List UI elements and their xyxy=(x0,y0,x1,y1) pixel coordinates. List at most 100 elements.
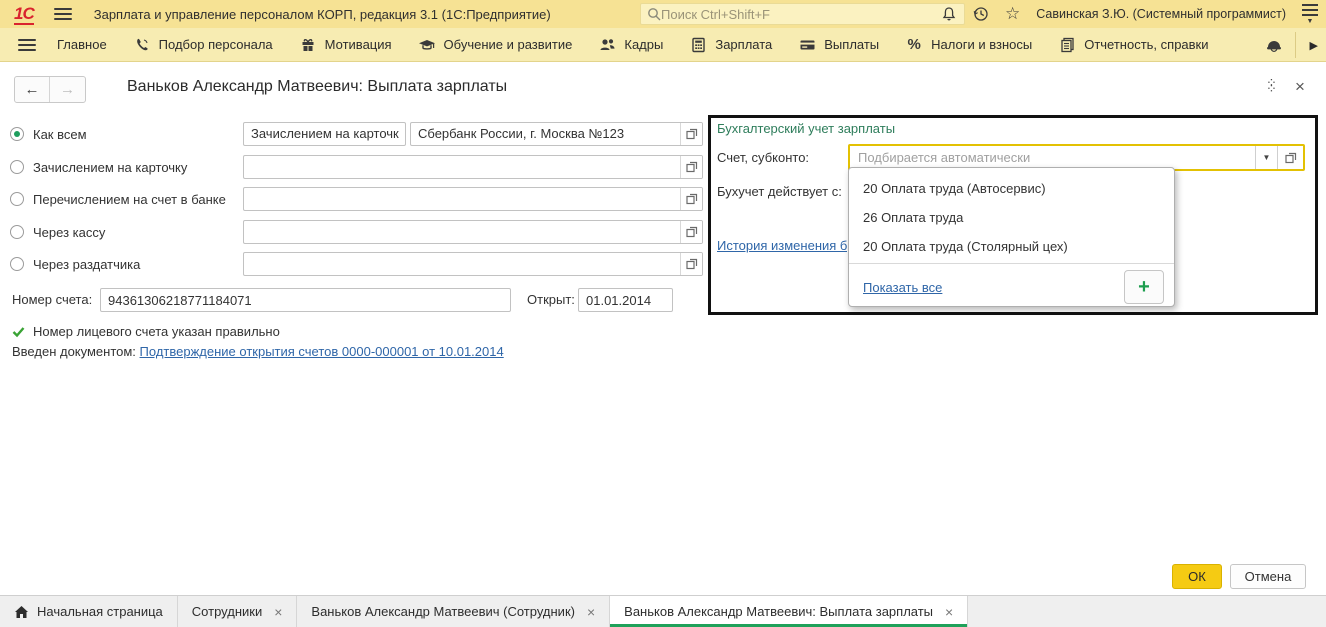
menu-item-recruitment[interactable]: Подбор персонала xyxy=(120,28,286,62)
form-close-icon[interactable]: × xyxy=(1295,77,1305,97)
radio-icon[interactable] xyxy=(10,160,24,174)
choose-icon[interactable] xyxy=(680,156,702,178)
menu-item-main[interactable]: Главное xyxy=(44,28,120,62)
entered-by-row: Введен документом: Подтверждение открыти… xyxy=(12,344,504,359)
distributor-field[interactable] xyxy=(243,252,703,276)
taskbar-tab-salary-payment[interactable]: Ваньков Александр Матвеевич: Выплата зар… xyxy=(610,596,969,627)
bank-account-field[interactable] xyxy=(243,187,703,211)
radio-card-transfer[interactable]: Зачислением на карточку xyxy=(10,155,187,179)
phone-icon xyxy=(133,36,151,54)
favorites-star-icon[interactable]: ☆ xyxy=(1005,5,1020,22)
radio-label: Перечислением на счет в банке xyxy=(33,191,226,207)
radio-cash-desk[interactable]: Через кассу xyxy=(10,220,105,244)
subconto-dropdown-list: 20 Оплата труда (Автосервис) 26 Оплата т… xyxy=(848,167,1175,307)
app-title: Зарплата и управление персоналом КОРП, р… xyxy=(93,6,551,22)
ok-button[interactable]: ОК xyxy=(1172,564,1222,589)
sections-hamburger-icon[interactable] xyxy=(18,38,36,51)
radio-icon[interactable] xyxy=(10,192,24,206)
main-hamburger-icon[interactable] xyxy=(53,8,72,20)
report-icon xyxy=(1058,36,1076,54)
dropdown-option[interactable]: 20 Оплата труда (Автосервис) xyxy=(849,174,1174,203)
account-number-label: Номер счета: xyxy=(12,292,93,307)
calculator-icon xyxy=(689,36,707,54)
opened-label: Открыт: xyxy=(527,292,575,307)
validation-row: Номер лицевого счета указан правильно xyxy=(12,324,280,339)
entered-by-label: Введен документом: xyxy=(12,344,136,359)
card-icon xyxy=(798,36,816,54)
search-icon xyxy=(647,7,661,21)
graduation-cap-icon xyxy=(418,36,436,54)
choose-icon[interactable] xyxy=(680,253,702,275)
current-user[interactable]: Савинская З.Ю. (Системный программист) xyxy=(1036,7,1286,21)
notifications-bell-icon[interactable] xyxy=(941,6,957,22)
confirmation-document-link[interactable]: Подтверждение открытия счетов 0000-00000… xyxy=(140,344,504,359)
menubar-expand-icon[interactable]: ▶ xyxy=(1302,39,1326,52)
show-all-link[interactable]: Показать все xyxy=(863,280,942,295)
add-plus-button[interactable]: + xyxy=(1124,270,1164,304)
history-icon[interactable] xyxy=(973,6,989,22)
radio-label: Как всем xyxy=(33,126,87,142)
subconto-choose-icon[interactable] xyxy=(1277,146,1303,169)
subconto-dropdown-icon[interactable]: ▼ xyxy=(1255,146,1277,169)
1c-logo-icon: 1С xyxy=(14,3,35,25)
payment-kind-field[interactable]: Зачислением на карточк xyxy=(243,122,406,146)
more-actions-icon[interactable]: ⁘ ⁘ xyxy=(1266,76,1277,95)
choose-icon[interactable] xyxy=(680,188,702,210)
taskbar-tab-employee-card[interactable]: Ваньков Александр Матвеевич (Сотрудник) … xyxy=(297,596,611,627)
titlebar-menu-icon[interactable]: ▼ xyxy=(1302,4,1318,25)
radio-distributor[interactable]: Через раздатчика xyxy=(10,252,140,276)
page-title: Ваньков Александр Матвеевич: Выплата зар… xyxy=(127,78,508,95)
menu-item-salary[interactable]: Зарплата xyxy=(676,28,785,62)
dropdown-option[interactable]: 26 Оплата труда xyxy=(849,203,1174,232)
radio-label: Зачислением на карточку xyxy=(33,159,188,175)
history-link[interactable]: История изменения б xyxy=(717,238,847,253)
gift-icon xyxy=(299,36,317,54)
titlebar: 1С Зарплата и управление персоналом КОРП… xyxy=(0,0,1326,28)
forward-button[interactable]: → xyxy=(50,77,85,102)
tab-close-icon[interactable]: × xyxy=(587,604,595,620)
search-input[interactable] xyxy=(661,6,958,22)
effective-date-label: Бухучет действует с: xyxy=(717,184,842,199)
radio-as-everyone[interactable]: Как всем xyxy=(10,122,87,146)
opened-date-input[interactable] xyxy=(579,289,672,311)
global-search[interactable] xyxy=(640,3,965,25)
cash-desk-field[interactable] xyxy=(243,220,703,244)
radio-icon[interactable] xyxy=(10,127,24,141)
account-number-field[interactable] xyxy=(100,288,511,312)
percent-icon: % xyxy=(907,36,921,53)
radio-label: Через кассу xyxy=(33,224,106,240)
menu-item-hr[interactable]: Кадры xyxy=(585,28,676,62)
section-menubar: Главное Подбор персонала Мотивация Обуче… xyxy=(0,28,1326,62)
menu-item-reports[interactable]: Отчетность, справки xyxy=(1045,28,1221,62)
opened-date-field[interactable] xyxy=(578,288,673,312)
dropdown-option[interactable]: 20 Оплата труда (Столярный цех) xyxy=(849,232,1174,261)
menubar-divider xyxy=(1294,32,1296,58)
accounting-panel-title: Бухгалтерский учет зарплаты xyxy=(717,121,896,136)
tab-close-icon[interactable]: × xyxy=(274,604,282,620)
tab-close-icon[interactable]: × xyxy=(945,604,953,620)
radio-icon[interactable] xyxy=(10,257,24,271)
account-number-input[interactable] xyxy=(101,289,510,311)
card-transfer-field[interactable] xyxy=(243,155,703,179)
menu-item-payments[interactable]: Выплаты xyxy=(785,28,892,62)
choose-icon[interactable] xyxy=(680,123,702,145)
nav-history-group: ← → xyxy=(14,76,86,103)
menu-item-taxes[interactable]: % Налоги и взносы xyxy=(892,28,1045,62)
subconto-input[interactable] xyxy=(850,146,1255,169)
checkmark-icon xyxy=(12,326,25,338)
subconto-label: Счет, субконто: xyxy=(717,150,810,165)
choose-icon[interactable] xyxy=(680,221,702,243)
open-windows-taskbar: Начальная страница Сотрудники × Ваньков … xyxy=(0,595,1326,627)
taskbar-tab-employees[interactable]: Сотрудники × xyxy=(178,596,298,627)
radio-bank-account[interactable]: Перечислением на счет в банке xyxy=(10,187,226,211)
taskbar-tab-home[interactable]: Начальная страница xyxy=(0,596,178,627)
back-button[interactable]: ← xyxy=(15,77,50,102)
radio-icon[interactable] xyxy=(10,225,24,239)
cancel-button[interactable]: Отмена xyxy=(1230,564,1306,589)
validation-message: Номер лицевого счета указан правильно xyxy=(33,324,280,339)
radio-label: Через раздатчика xyxy=(33,256,141,272)
menu-item-training[interactable]: Обучение и развитие xyxy=(405,28,586,62)
bank-field[interactable]: Сбербанк России, г. Москва №123 xyxy=(410,122,703,146)
menu-item-motivation[interactable]: Мотивация xyxy=(286,28,405,62)
helmet-icon[interactable] xyxy=(1265,37,1283,53)
